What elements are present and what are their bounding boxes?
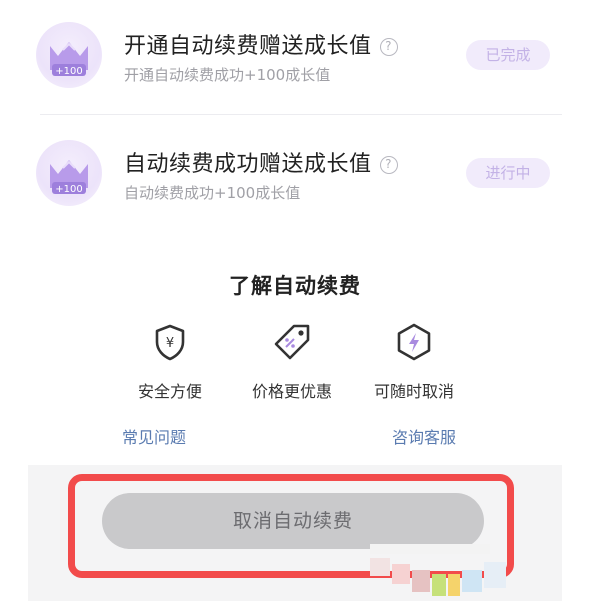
status-badge-in-progress: 进行中 [466,158,550,188]
feature-better-price: 价格更优惠 [232,322,352,402]
task-title-text: 自动续费成功赠送成长值 [124,152,372,177]
task-title: 开通自动续费赠送成长值? [124,28,398,60]
section-title: 了解自动续费 [229,274,361,298]
divider [40,114,562,115]
task-subtitle: 开通自动续费成功+100成长值 [124,66,331,84]
help-icon[interactable]: ? [379,38,398,56]
yen-glyph: ¥ [166,336,174,351]
feature-safe-convenient: ¥ 安全方便 [110,322,230,402]
badge-text: +100 [55,66,82,77]
price-tag-icon [274,324,310,360]
feature-cancel-anytime: 可随时取消 [354,322,474,402]
badge-text: +100 [55,184,82,195]
growth-task-card: +100 开通自动续费赠送成长值? 开通自动续费成功+100成长值 已完成 +1… [28,0,562,240]
task-row-activate: +100 开通自动续费赠送成长值? 开通自动续费成功+100成长值 已完成 [28,0,562,116]
feature-label: 价格更优惠 [251,382,332,401]
faq-link[interactable]: 常见问题 [122,424,186,448]
status-badge-completed: 已完成 [466,40,550,70]
growth-crown-badge-icon: +100 [36,140,102,206]
task-subtitle: 自动续费成功+100成长值 [124,184,301,202]
feature-label: 安全方便 [137,382,202,401]
task-title: 自动续费成功赠送成长值? [124,146,398,178]
lightning-hexagon-icon [397,323,431,361]
watermark-pixels [370,544,520,601]
task-row-renewal: +100 自动续费成功赠送成长值? 自动续费成功+100成长值 进行中 [28,118,562,234]
customer-service-link[interactable]: 咨询客服 [392,424,456,448]
feature-label: 可随时取消 [373,382,454,401]
shield-yen-icon: ¥ [155,324,185,361]
task-title-text: 开通自动续费赠送成长值 [124,34,372,59]
help-icon[interactable]: ? [379,156,398,174]
growth-crown-badge-icon: +100 [36,22,102,88]
